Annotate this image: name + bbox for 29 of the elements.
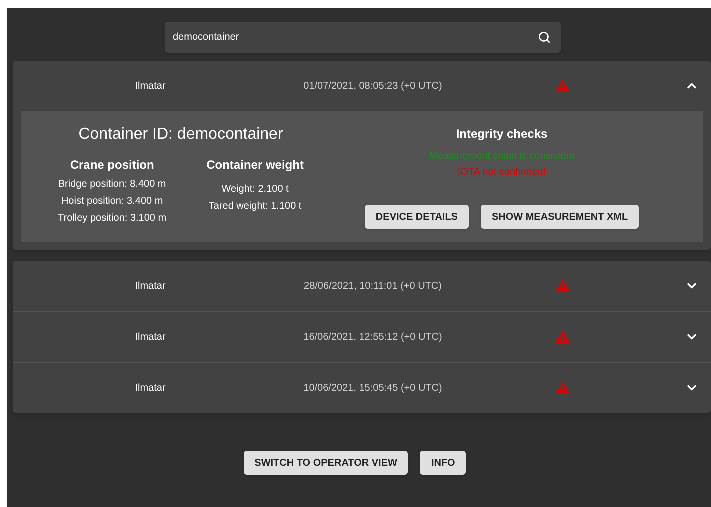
measurement-text: Weight: 2.100 t (222, 183, 289, 197)
check-status: Measurement chain is consistent (429, 150, 575, 164)
container-title: Container ID: democontainer (78, 125, 284, 145)
timestamp: 01/07/2021, 08:05:23 (+0 UTC) (302, 80, 444, 94)
record-header[interactable]: Ilmatar 10/06/2021, 15:05:45 (+0 UTC) (13, 363, 711, 413)
action-button[interactable]: INFO (420, 451, 466, 475)
section-heading: Container weight (206, 157, 304, 174)
device-name: Ilmatar (134, 80, 167, 94)
timestamp: 16/06/2021, 12:55:12 (+0 UTC) (302, 330, 444, 344)
action-button[interactable]: SWITCH TO OPERATOR VIEW (244, 451, 408, 475)
check-status: IOTA not confirmed! (458, 166, 546, 180)
measurement-text: Bridge position: 8.400 m (58, 178, 166, 192)
timestamp: 28/06/2021, 10:11:01 (+0 UTC) (303, 280, 443, 294)
measurement-text: Hoist position: 3.400 m (61, 195, 164, 209)
record-header[interactable]: Ilmatar 16/06/2021, 12:55:12 (+0 UTC) (13, 312, 711, 362)
timestamp: 10/06/2021, 15:05:45 (+0 UTC) (302, 382, 444, 396)
action-button[interactable]: DEVICE DETAILS (364, 205, 469, 229)
search-icon[interactable] (538, 31, 551, 44)
measurement-text: Tared weight: 1.100 t (208, 200, 302, 214)
record-header[interactable]: Ilmatar 28/06/2021, 10:11:01 (+0 UTC) (13, 261, 711, 311)
section-heading: Crane position (70, 157, 154, 174)
record-header[interactable]: Ilmatar 01/07/2021, 08:05:23 (+0 UTC) (13, 61, 711, 111)
section-heading: Integrity checks (456, 126, 548, 143)
action-button[interactable]: SHOW MEASUREMENT XML (480, 205, 640, 229)
measurement-text: Trolley position: 3.100 m (58, 212, 167, 226)
device-name: Ilmatar (134, 382, 167, 396)
device-name: Ilmatar (134, 330, 167, 344)
search-field[interactable]: democontainer (165, 22, 561, 53)
device-name: Ilmatar (134, 280, 167, 294)
